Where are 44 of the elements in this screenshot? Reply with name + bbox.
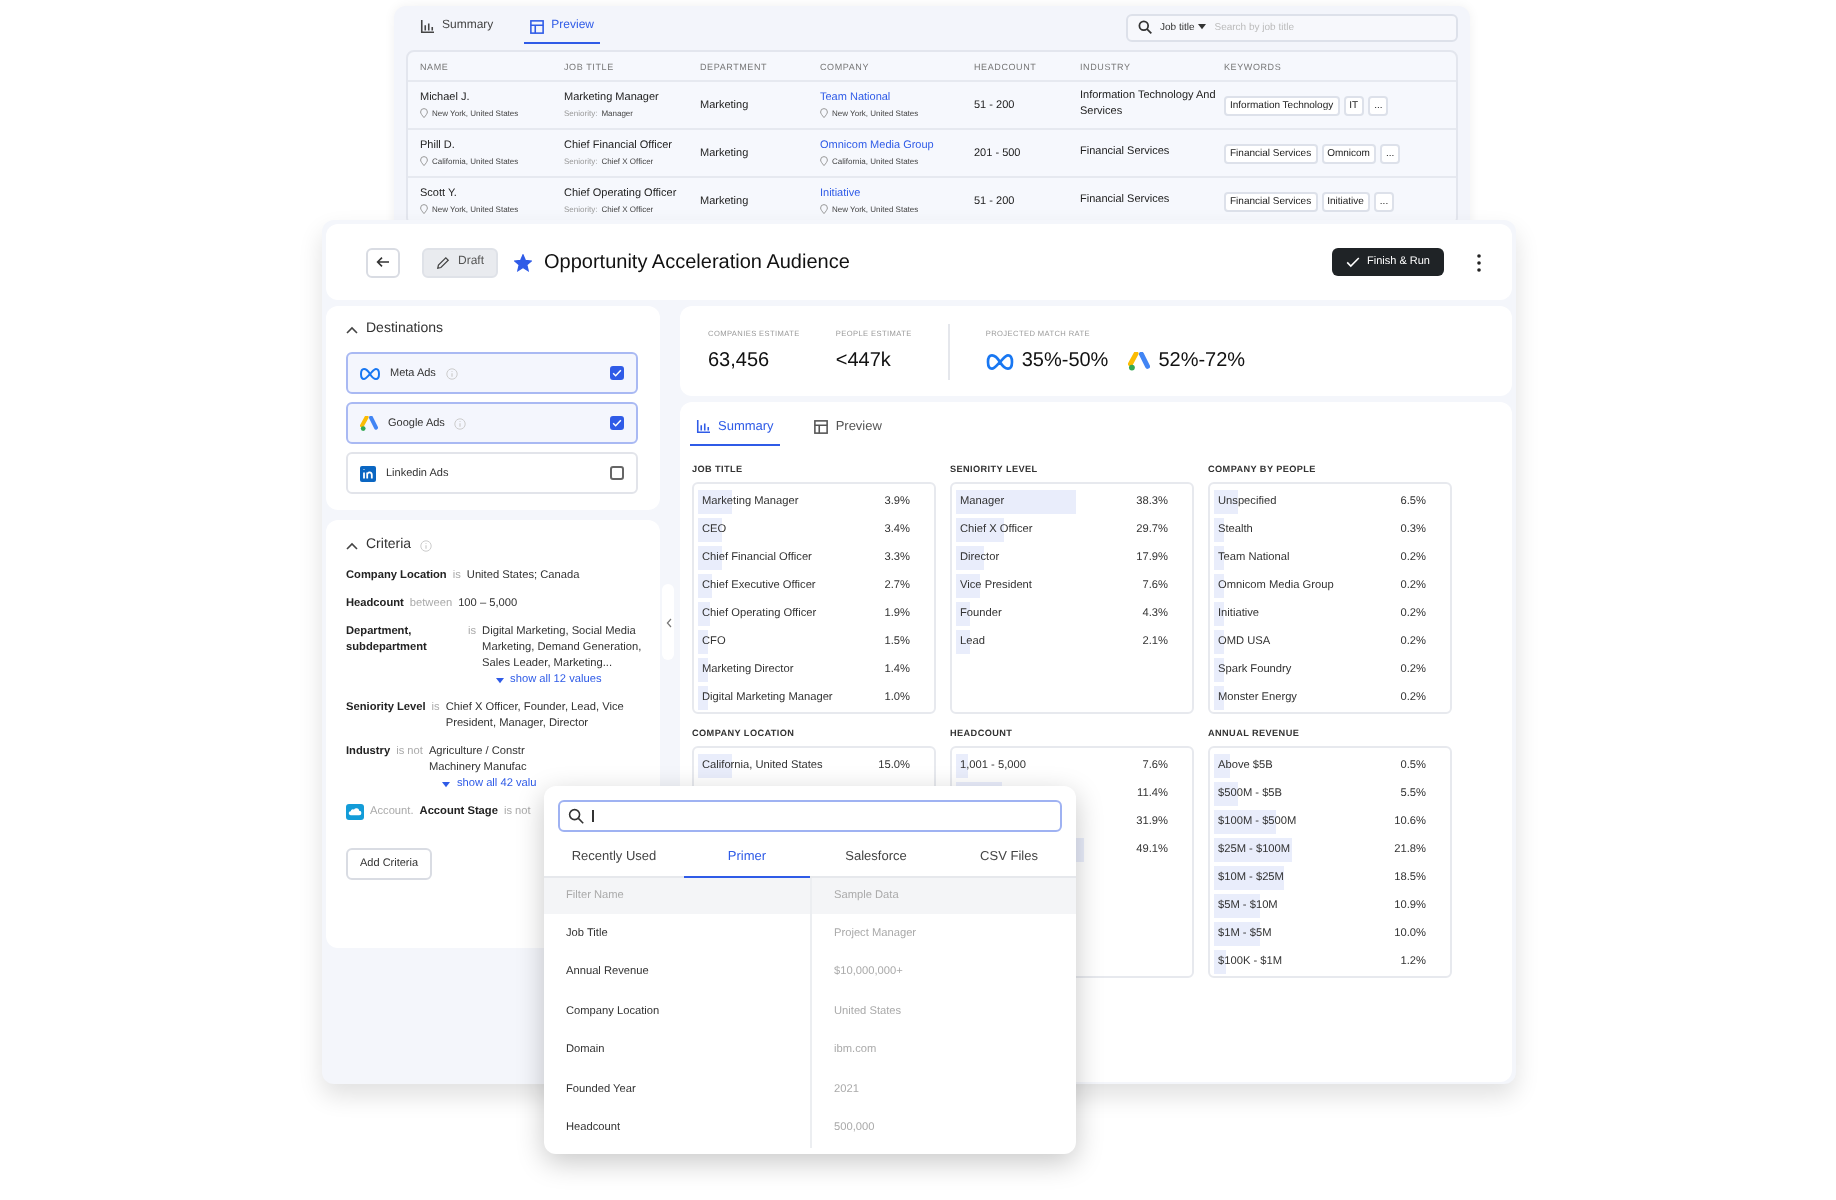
pencil-icon xyxy=(436,255,450,269)
location-pin-icon xyxy=(820,204,828,214)
estimate-value: <447k xyxy=(835,350,893,372)
more-icon xyxy=(1475,253,1481,271)
info-icon xyxy=(419,539,432,551)
caret-icon xyxy=(496,677,505,683)
collapse-handle[interactable] xyxy=(662,584,674,660)
match-rate-value: 52%-72% xyxy=(1158,350,1246,372)
info-icon xyxy=(454,417,467,429)
caret-icon xyxy=(442,781,451,787)
location-pin-icon xyxy=(820,156,828,166)
check-icon xyxy=(1345,256,1359,268)
checkbox[interactable] xyxy=(610,366,624,380)
caret-icon xyxy=(1198,24,1207,30)
info-icon xyxy=(445,367,458,379)
table-icon xyxy=(529,19,544,33)
bar-chart-icon xyxy=(420,19,434,33)
chevron-left-icon xyxy=(665,617,671,627)
search-icon xyxy=(568,808,584,824)
star-icon[interactable] xyxy=(514,253,533,271)
match-rate-value: 35%-50% xyxy=(1021,350,1109,372)
text-cursor xyxy=(592,810,594,822)
infinity-logo-icon xyxy=(985,353,1014,369)
table-icon xyxy=(813,420,828,434)
location-pin-icon xyxy=(420,204,428,214)
location-pin-icon xyxy=(420,156,428,166)
location-pin-icon xyxy=(420,108,428,118)
checkbox[interactable] xyxy=(610,416,624,430)
in-logo-icon xyxy=(360,465,376,481)
back-arrow-icon xyxy=(376,256,390,268)
chevron-icon[interactable] xyxy=(346,541,358,549)
chevron-icon[interactable] xyxy=(346,325,358,333)
audience-title: Opportunity Acceleration Audience xyxy=(544,251,852,273)
bar-chart-icon xyxy=(696,420,710,434)
checkbox[interactable] xyxy=(610,466,624,480)
back-button[interactable] xyxy=(366,247,400,277)
estimate-value: 63,456 xyxy=(708,350,772,372)
infinity-logo-icon xyxy=(360,367,380,379)
triangle-logo-icon xyxy=(1128,351,1151,371)
location-pin-icon xyxy=(820,108,828,118)
search-icon xyxy=(1138,20,1152,34)
triangle-logo-icon xyxy=(360,415,378,431)
cloud-logo-icon xyxy=(346,804,364,820)
search-field[interactable] xyxy=(558,800,1062,832)
